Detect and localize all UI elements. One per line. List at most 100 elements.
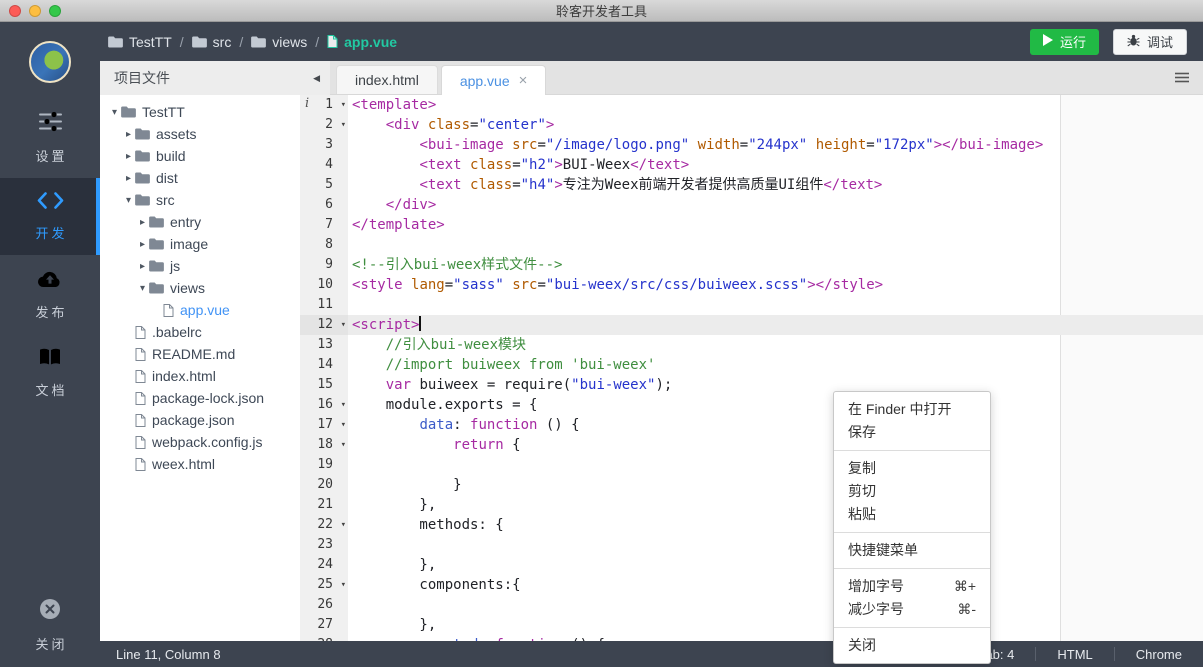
tree-item-entry[interactable]: ▸entry [100,211,300,233]
fold-caret-icon[interactable]: ▾ [341,415,346,435]
code-line[interactable]: <bui-image src="/image/logo.png" width="… [348,135,1203,155]
code-line[interactable]: <div class="center"> [348,115,1203,135]
line-number: 3 [300,135,348,155]
code-line[interactable]: mounted: function () { [348,635,1203,641]
line-number: 18▾ [300,435,348,455]
menu-item-label: 复制 [848,457,876,480]
menu-item-关闭[interactable]: 关闭 [834,634,990,657]
collapse-panel-icon[interactable]: ◀ [313,73,320,84]
avatar[interactable] [29,41,71,83]
code-line[interactable]: module.exports = { [348,395,1203,415]
sidebar-item-close[interactable]: 关闭 [32,597,67,653]
tree-item-dist[interactable]: ▸dist [100,167,300,189]
code-token [403,277,411,293]
tree-item-index-html[interactable]: index.html [100,365,300,387]
folder-icon [135,128,150,140]
tree-item-js[interactable]: ▸js [100,255,300,277]
tree-item--babelrc[interactable]: .babelrc [100,321,300,343]
fold-caret-icon[interactable]: ▾ [341,575,346,595]
code-line[interactable]: <style lang="sass" src="bui-weex/src/css… [348,275,1203,295]
tree-item-package-lock-json[interactable]: package-lock.json [100,387,300,409]
line-number: 26 [300,595,348,615]
tab-close-icon[interactable]: × [519,73,528,88]
tab-menu-icon[interactable] [1175,72,1189,83]
menu-item-粘贴[interactable]: 粘贴 [834,503,990,526]
chevron-right-icon: ▸ [136,217,149,228]
menu-item-复制[interactable]: 复制 [834,457,990,480]
code-line[interactable]: var buiweex = require("bui-weex"); [348,375,1203,395]
tree-item-build[interactable]: ▸build [100,145,300,167]
tree-item-label: dist [156,170,178,186]
code-line[interactable]: methods: { [348,515,1203,535]
menu-item-减少字号[interactable]: 减少字号⌘- [834,598,990,621]
code-line[interactable]: <text class="h4">专注为Weex前端开发者提供高质量UI组件</… [348,175,1203,195]
editor-gutter[interactable]: i 1▾2▾3456789101112▾13141516▾17▾18▾19202… [300,95,348,641]
line-number: 16▾ [300,395,348,415]
code-line[interactable]: </div> [348,195,1203,215]
code-token: <div [386,117,420,133]
code-line[interactable]: </template> [348,215,1203,235]
breadcrumb-item-app-vue[interactable]: app.vue [327,34,397,50]
sidebar-item-docs[interactable]: 文档 [0,334,100,412]
breadcrumb-item-views[interactable]: views [251,34,307,50]
fold-caret-icon[interactable]: ▾ [341,515,346,535]
code-line[interactable]: components:{ [348,575,1203,595]
run-button[interactable]: 运行 [1030,29,1099,55]
folder-icon [121,106,136,118]
status-item-HTML[interactable]: HTML [1036,641,1113,667]
code-line[interactable]: <!--引入bui-weex样式文件--> [348,255,1203,275]
tree-item-label: weex.html [152,456,215,472]
fold-caret-icon[interactable]: ▾ [341,115,346,135]
breadcrumb-item-src[interactable]: src [192,34,232,50]
tree-item-views[interactable]: ▾views [100,277,300,299]
code-token: <style [352,277,403,293]
status-item-Chrome[interactable]: Chrome [1115,641,1203,667]
fold-caret-icon[interactable]: ▾ [341,95,346,115]
tree-item-webpack-config-js[interactable]: webpack.config.js [100,431,300,453]
code-line[interactable] [348,235,1203,255]
tree-item-package-json[interactable]: package.json [100,409,300,431]
tree-item-app-vue[interactable]: app.vue [100,299,300,321]
tree-item-weex-html[interactable]: weex.html [100,453,300,475]
code-area[interactable]: <template> <div class="center"> <bui-ima… [348,95,1203,641]
tree-item-assets[interactable]: ▸assets [100,123,300,145]
code-line[interactable]: data: function () { [348,415,1203,435]
tab-index-html[interactable]: index.html [336,65,438,94]
menu-item-增加字号[interactable]: 增加字号⌘+ [834,575,990,598]
fold-caret-icon[interactable]: ▾ [341,435,346,455]
code-line[interactable] [348,295,1203,315]
tree-item-testtt[interactable]: ▾TestTT [100,101,300,123]
code-line[interactable]: }, [348,615,1203,635]
tree-item-image[interactable]: ▸image [100,233,300,255]
code-line[interactable]: return { [348,435,1203,455]
fold-caret-icon[interactable]: ▾ [341,315,346,335]
menu-item-剪切[interactable]: 剪切 [834,480,990,503]
code-line[interactable]: //import buiweex from 'bui-weex' [348,355,1203,375]
code-line[interactable]: <script> [348,315,1203,335]
code-line[interactable]: <text class="h2">BUI-Weex</text> [348,155,1203,175]
tree-item-readme-md[interactable]: README.md [100,343,300,365]
code-line[interactable]: }, [348,555,1203,575]
code-editor[interactable]: i 1▾2▾3456789101112▾13141516▾17▾18▾19202… [300,95,1203,641]
fold-caret-icon[interactable]: ▾ [341,635,346,641]
debug-button[interactable]: 调试 [1113,29,1187,55]
sidebar-item-settings[interactable]: 设置 [0,97,100,178]
code-line[interactable] [348,455,1203,475]
fold-caret-icon[interactable]: ▾ [341,395,346,415]
menu-item-在-Finder-中打开[interactable]: 在 Finder 中打开 [834,398,990,421]
code-line[interactable] [348,595,1203,615]
context-menu-group: 快捷键菜单 [834,532,990,568]
sidebar-item-develop[interactable]: 开发 [0,178,100,255]
code-line[interactable]: } [348,475,1203,495]
code-line[interactable]: }, [348,495,1203,515]
code-line[interactable]: //引入bui-weex模块 [348,335,1203,355]
menu-item-保存[interactable]: 保存 [834,421,990,444]
menu-item-快捷键菜单[interactable]: 快捷键菜单 [834,539,990,562]
tree-item-src[interactable]: ▾src [100,189,300,211]
sidebar-item-publish[interactable]: 发布 [0,255,100,334]
code-line[interactable]: <template> [348,95,1203,115]
chevron-down-icon: ▾ [136,283,149,294]
tab-app-vue[interactable]: app.vue× [441,65,547,95]
code-line[interactable] [348,535,1203,555]
breadcrumb-item-testtt[interactable]: TestTT [108,34,172,50]
